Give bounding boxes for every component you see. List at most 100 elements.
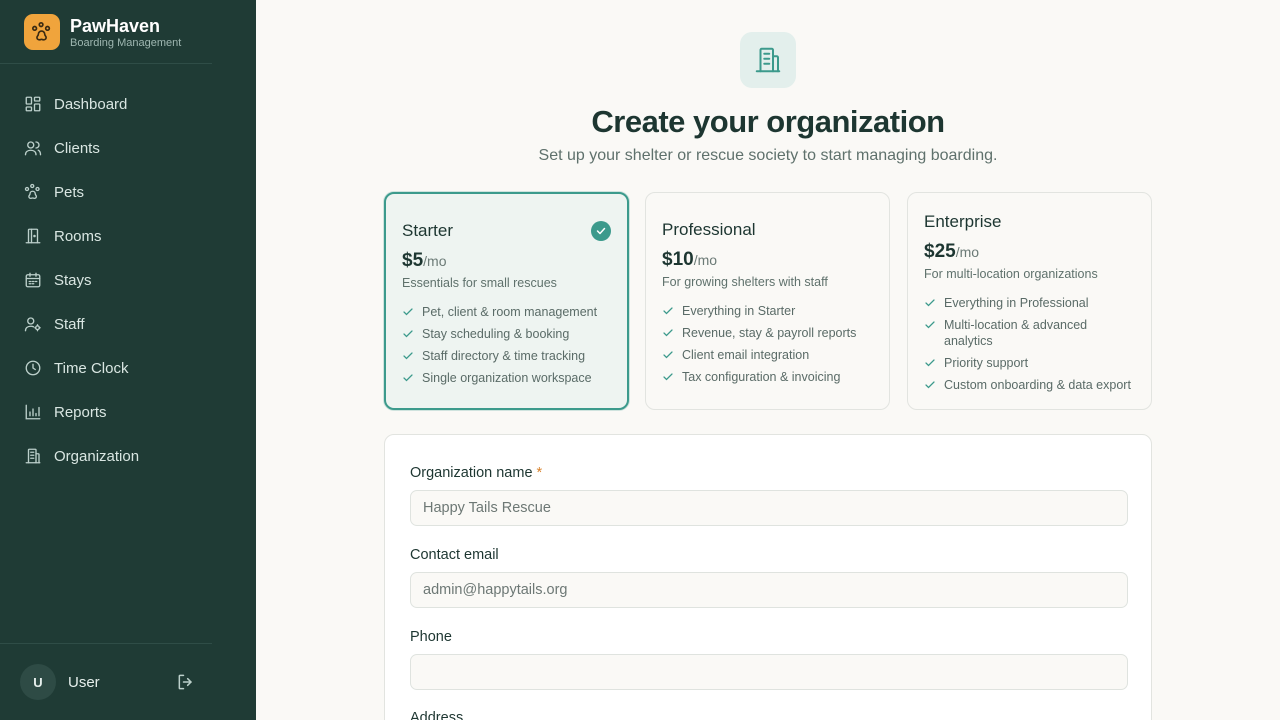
list-item: Revenue, stay & payroll reports (662, 325, 877, 341)
plan-card-starter[interactable]: Starter $5/mo Essentials for small rescu… (384, 192, 629, 410)
plan-card-enterprise[interactable]: Enterprise $25/mo For multi-location org… (907, 192, 1152, 410)
door-icon (25, 228, 41, 244)
plan-name: Enterprise (924, 212, 1002, 231)
main-content: Create your organization Set up your she… (256, 0, 1280, 720)
brand-subtitle: Boarding Management (70, 36, 182, 49)
feature-text: Revenue, stay & payroll reports (682, 326, 857, 340)
paw-icon (24, 14, 60, 50)
plan-features: Everything in Professional Multi-locatio… (924, 295, 1139, 399)
building-icon (25, 448, 41, 464)
plan-description: For multi-location organizations (924, 267, 1098, 281)
feature-text: Tax configuration & invoicing (682, 370, 841, 384)
plan-features: Pet, client & room management Stay sched… (402, 304, 615, 392)
plan-price: $10/mo (662, 249, 717, 271)
plan-selector: Starter $5/mo Essentials for small rescu… (384, 192, 1152, 410)
check-icon (663, 329, 673, 337)
sidebar-item-label: Pets (54, 183, 85, 201)
check-icon (925, 381, 935, 389)
list-item: Single organization workspace (402, 370, 615, 386)
sidebar-item-staff[interactable]: Staff (0, 302, 212, 346)
plan-name: Professional (662, 220, 756, 239)
org-name-input[interactable] (410, 490, 1128, 526)
sidebar-item-clients[interactable]: Clients (0, 126, 212, 170)
check-icon (403, 330, 413, 338)
required-mark: * (536, 465, 543, 481)
logout-icon[interactable] (176, 672, 196, 692)
sidebar-nav: Dashboard Clients Pets Rooms Stays Staff… (0, 82, 212, 478)
sidebar-item-reports[interactable]: Reports (0, 390, 212, 434)
feature-text: Multi-location & advanced analytics (944, 318, 1088, 348)
sidebar-item-label: Stays (54, 271, 92, 289)
address-label: Address (410, 710, 464, 720)
plan-price-amount: $25 (924, 241, 956, 262)
check-icon (925, 321, 935, 329)
clock-icon (25, 360, 41, 376)
feature-text: Staff directory & time tracking (422, 349, 586, 363)
page-subtitle: Set up your shelter or rescue society to… (538, 147, 998, 164)
list-item: Pet, client & room management (402, 304, 615, 320)
check-icon (403, 352, 413, 360)
check-icon (663, 307, 673, 315)
contact-email-label: Contact email (410, 547, 499, 563)
phone-label: Phone (410, 629, 452, 645)
sidebar-item-dashboard[interactable]: Dashboard (0, 82, 212, 126)
list-item: Stay scheduling & booking (402, 326, 615, 342)
check-icon (403, 308, 413, 316)
building-icon (740, 32, 796, 88)
user-name: User (68, 673, 100, 691)
list-item: Everything in Professional (924, 295, 1139, 311)
sidebar-item-organization[interactable]: Organization (0, 434, 212, 478)
plan-description: Essentials for small rescues (402, 276, 557, 290)
plan-features: Everything in Starter Revenue, stay & pa… (662, 303, 877, 391)
check-icon (925, 299, 935, 307)
sidebar: PawHaven Boarding Management Dashboard C… (0, 0, 256, 720)
feature-text: Pet, client & room management (422, 305, 598, 319)
check-circle-icon (591, 221, 611, 241)
sidebar-item-label: Rooms (54, 227, 102, 245)
list-item: Priority support (924, 355, 1139, 371)
sidebar-item-label: Clients (54, 139, 100, 157)
sidebar-item-label: Time Clock (54, 359, 129, 377)
dashboard-icon (25, 96, 41, 112)
feature-text: Priority support (944, 356, 1029, 370)
plan-price-amount: $10 (662, 249, 694, 270)
list-item: Multi-location & advanced analytics (924, 317, 1139, 349)
sidebar-item-label: Organization (54, 447, 140, 465)
sidebar-item-pets[interactable]: Pets (0, 170, 212, 214)
org-name-label: Organization name * (410, 465, 542, 481)
brand[interactable]: PawHaven Boarding Management (24, 14, 181, 50)
user-cog-icon (24, 317, 41, 332)
brand-name: PawHaven (70, 15, 161, 36)
plan-card-professional[interactable]: Professional $10/mo For growing shelters… (645, 192, 890, 410)
plan-description: For growing shelters with staff (662, 275, 828, 289)
bar-chart-icon (25, 404, 41, 420)
plan-price-unit: /mo (693, 252, 718, 268)
page-title: Create your organization (591, 104, 945, 139)
sidebar-item-label: Dashboard (54, 95, 128, 113)
sidebar-divider (0, 63, 212, 64)
contact-email-input[interactable] (410, 572, 1128, 608)
list-item: Everything in Starter (662, 303, 877, 319)
check-icon (403, 374, 413, 382)
sidebar-item-time-clock[interactable]: Time Clock (0, 346, 212, 390)
feature-text: Everything in Starter (682, 304, 796, 318)
org-name-label-text: Organization name (410, 465, 533, 481)
check-icon (925, 359, 935, 367)
phone-input[interactable] (410, 654, 1128, 690)
list-item: Tax configuration & invoicing (662, 369, 877, 385)
avatar[interactable]: U (20, 664, 56, 700)
paw-icon (24, 183, 40, 200)
sidebar-item-label: Reports (54, 403, 107, 421)
plan-price: $5/mo (402, 250, 446, 272)
user-menu[interactable]: U User (20, 664, 196, 700)
sidebar-item-label: Staff (54, 315, 85, 333)
sidebar-item-stays[interactable]: Stays (0, 258, 212, 302)
plan-price: $25/mo (924, 241, 979, 263)
organization-form: Organization name * Contact email Phone … (384, 434, 1152, 720)
sidebar-item-rooms[interactable]: Rooms (0, 214, 212, 258)
feature-text: Stay scheduling & booking (422, 327, 570, 341)
check-icon (663, 351, 673, 359)
plan-price-unit: /mo (955, 244, 980, 260)
feature-text: Single organization workspace (422, 371, 592, 385)
sidebar-divider (0, 643, 212, 644)
